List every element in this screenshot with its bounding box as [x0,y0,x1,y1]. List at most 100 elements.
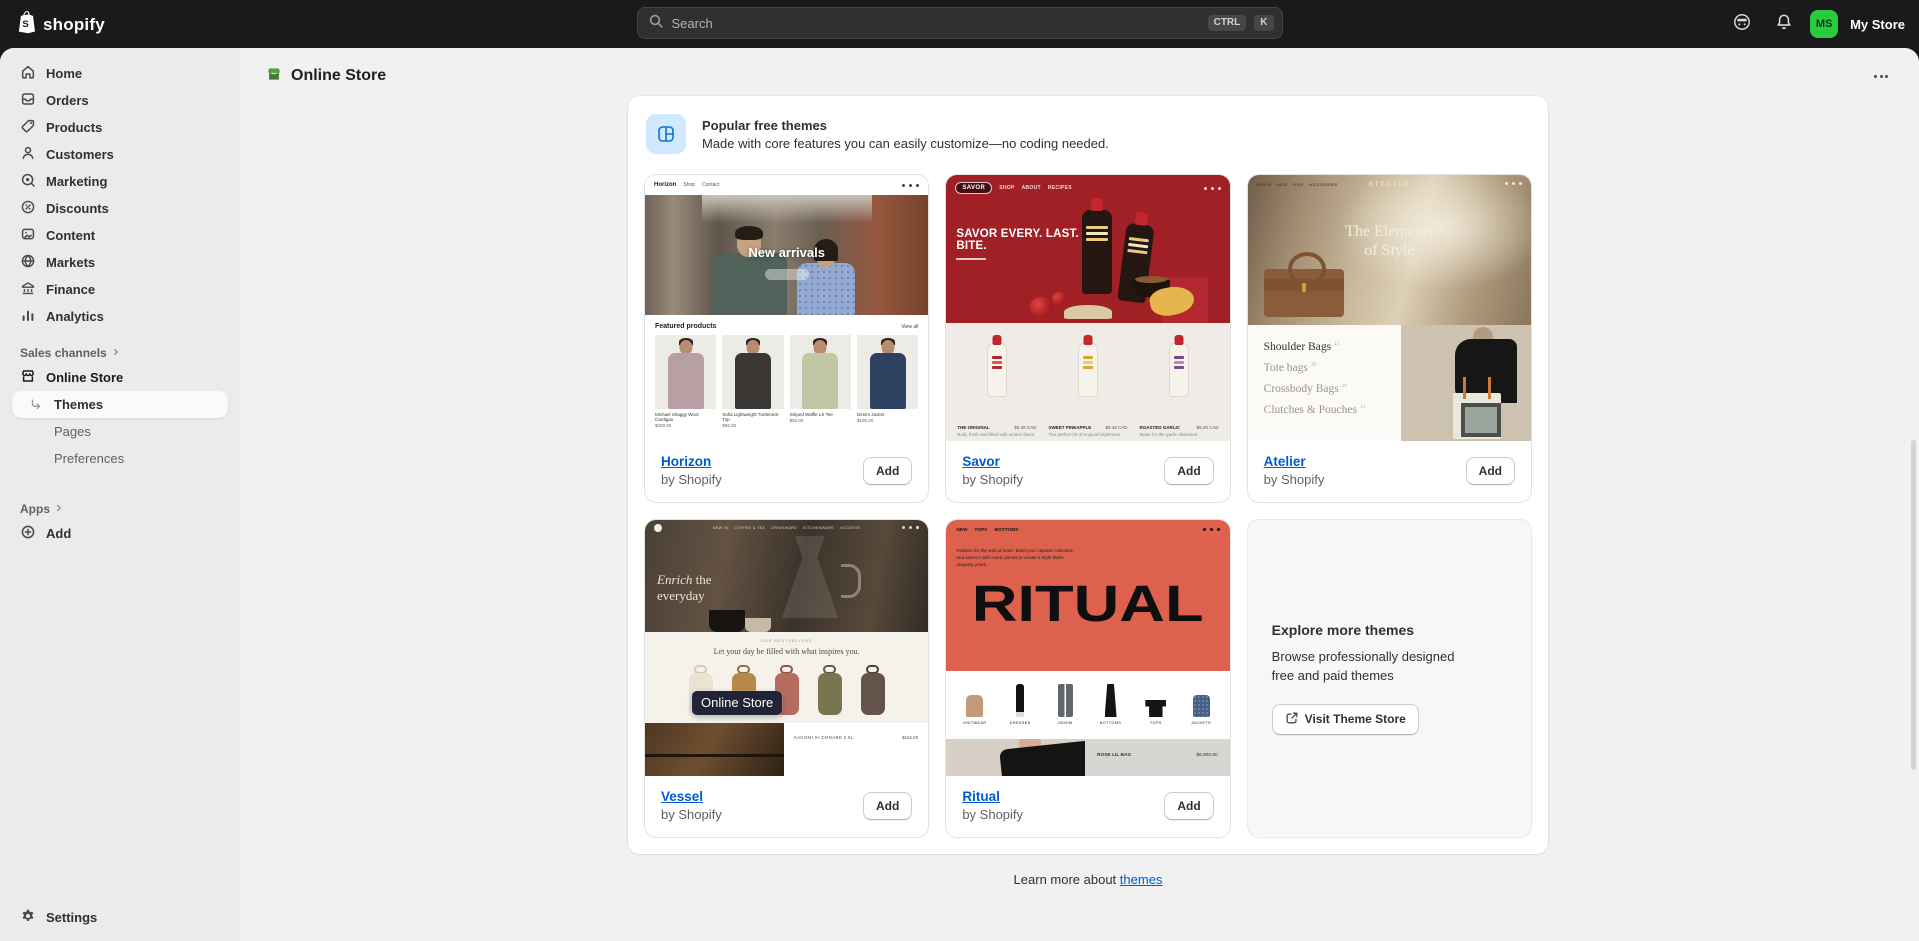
page-header: Online Store [240,48,1919,94]
bestsellers-section: OUR BESTSELLERS Let your day be filled w… [645,632,928,723]
sidebar-item-label: Orders [46,93,89,108]
shopify-logo-text: shopify [43,15,105,35]
theme-card-footer: Vessel by Shopify Add [645,776,928,837]
theme-preview-ritual[interactable]: NEW TOPS BOTTOMS Fashion for the wild at… [946,520,1229,776]
sidebar-item-preferences[interactable]: Preferences [12,445,228,472]
external-link-icon [1285,711,1299,728]
theme-card-footer: Horizon by Shopify Add [645,441,928,502]
sidebar-item-label: Discounts [46,201,109,216]
cursor-tooltip: Online Store [692,691,782,715]
sidebar-item-settings[interactable]: Settings [12,904,228,931]
markets-icon [20,253,36,272]
hero-image: NEW TOPS BOTTOMS Fashion for the wild at… [946,520,1229,671]
featured-products-row: Featured products View all [645,315,928,335]
sidebar-item-orders[interactable]: Orders [12,87,228,114]
tumbler-shape [818,665,842,715]
sidebar-item-marketing[interactable]: Marketing [12,168,228,195]
preview-nav-icons [1203,528,1220,531]
category-row: KNITWEAR DRESSES DENIM BOTTOMS TOPS JACK… [946,671,1229,739]
view-all-link: View all [901,324,918,330]
scrollbar-thumb[interactable] [1911,440,1916,770]
product-tiles: THE ORIGINAL$9.49 CAD Bold, fresh and fi… [946,323,1229,441]
add-theme-button[interactable]: Add [1466,457,1515,485]
preview-navbar: SAVOR SHOP ABOUT RECIPES [946,175,1229,194]
finance-icon [20,280,36,299]
theme-name-link[interactable]: Savor [962,454,1023,469]
sidebar-item-add-app[interactable]: Add [12,520,228,547]
avatar[interactable]: MS [1810,10,1838,38]
sidebar-item-finance[interactable]: Finance [12,276,228,303]
add-theme-button[interactable]: Add [863,792,912,820]
theme-name-link[interactable]: Horizon [661,454,722,469]
product-tiles: Michael Shaggy Wool Cardigan $200.00 Sof… [645,335,928,428]
explore-more-card: Explore more themes Browse professionall… [1247,519,1532,838]
add-theme-button[interactable]: Add [863,457,912,485]
category-list: Shoulder Bags 13 Tote bags 39 Crossbody … [1264,341,1366,425]
customers-icon [20,145,36,164]
preview-nav-link: RECIPES [1048,185,1072,191]
preview-brand: Horizon [654,182,676,188]
sidebar-item-markets[interactable]: Markets [12,249,228,276]
kbd-ctrl: CTRL [1208,15,1247,31]
add-theme-button[interactable]: Add [1164,457,1213,485]
product-tile: THE ORIGINAL$9.49 CAD Bold, fresh and fi… [955,333,1038,440]
more-actions-button[interactable] [1867,63,1895,89]
sidebar-item-pages[interactable]: Pages [12,418,228,445]
kbd-k: K [1254,15,1273,31]
theme-preview-horizon[interactable]: Horizon Shop Contact [645,175,928,441]
analytics-icon [20,307,36,326]
theme-preview-vessel[interactable]: NEW IN COFFEE & TEA DRINKWARE KITCHENWAR… [645,520,928,776]
sidebar-item-customers[interactable]: Customers [12,141,228,168]
add-theme-button[interactable]: Add [1164,792,1213,820]
product-tile: Michael Shaggy Wool Cardigan $200.00 [655,335,716,428]
theme-preview-atelier[interactable]: NEW INBAGSSHOPACCESSORIES ATELIER The El… [1248,175,1531,441]
notifications-button[interactable] [1768,8,1800,40]
pepper-shape [1052,292,1066,305]
store-name[interactable]: My Store [1850,17,1905,32]
sidebar-item-home[interactable]: Home [12,60,228,87]
product-tile: Denim Jacket $195.00 [857,335,918,428]
sidebar-item-content[interactable]: Content [12,222,228,249]
topbar: S shopify Search CTRL K MS My Store [0,0,1919,48]
sidebar-item-label: Online Store [46,370,123,385]
category-item: DRESSES [1002,679,1039,736]
sidebar-item-label: Finance [46,282,95,297]
explore-title: Explore more themes [1272,622,1507,638]
preview-bottom-row: ROSE LIL BAG $6,500.00 [946,739,1229,776]
sidebar: Home Orders Products Customers Marketing… [0,48,240,941]
theme-card-footer: Ritual by Shopify Add [946,776,1229,837]
sidebar-item-discounts[interactable]: Discounts [12,195,228,222]
themes-grid: Horizon Shop Contact [644,174,1532,838]
theme-name-link[interactable]: Atelier [1264,454,1325,469]
theme-name-link[interactable]: Ritual [962,789,1023,804]
theme-name-link[interactable]: Vessel [661,789,722,804]
preview-nav-icons [902,184,919,187]
theme-card-vessel: NEW IN COFFEE & TEA DRINKWARE KITCHENWAR… [644,519,929,838]
shopify-logo[interactable]: S shopify [16,10,105,39]
marketing-icon [20,172,36,191]
product-price: $162.50 [902,735,918,740]
sidebar-item-products[interactable]: Products [12,114,228,141]
theme-card-ritual: NEW TOPS BOTTOMS Fashion for the wild at… [945,519,1230,838]
product-tile: Sofia Lightweight Turtleneck Top $65.00 [722,335,783,428]
product-tile: SWEET PINEAPPLE$9.49 CAD The perfect hit… [1046,333,1129,440]
theme-card-horizon: Horizon Shop Contact [644,174,929,503]
search-input[interactable]: Search CTRL K [637,7,1283,39]
preview-nav-link: SHOP [999,185,1014,191]
sidebar-item-online-store[interactable]: Online Store [12,364,228,391]
app-surface: Home Orders Products Customers Marketing… [0,48,1919,941]
category-item: BOTTOMS [1092,679,1129,736]
themes-help-link[interactable]: themes [1120,872,1163,887]
sidebar-header-sales-channels[interactable]: Sales channels [12,346,228,360]
sidebar-item-analytics[interactable]: Analytics [12,303,228,330]
category-item: JACKETS [1182,679,1219,736]
sidebar-item-themes[interactable]: Themes [12,391,228,418]
theme-preview-savor[interactable]: SAVOR SHOP ABOUT RECIPES [946,175,1229,441]
sidekick-button[interactable] [1726,8,1758,40]
sidebar-item-label: Pages [54,424,91,439]
sidebar-header-apps[interactable]: Apps [12,502,228,516]
visit-theme-store-button[interactable]: Visit Theme Store [1272,704,1419,735]
preview-bottom-row: KAKOMI IH DONABE 2.5L $162.50 [645,723,928,776]
hero-image: NEW INBAGSSHOPACCESSORIES ATELIER The El… [1248,175,1531,325]
topbar-right: MS My Store [1726,0,1905,48]
